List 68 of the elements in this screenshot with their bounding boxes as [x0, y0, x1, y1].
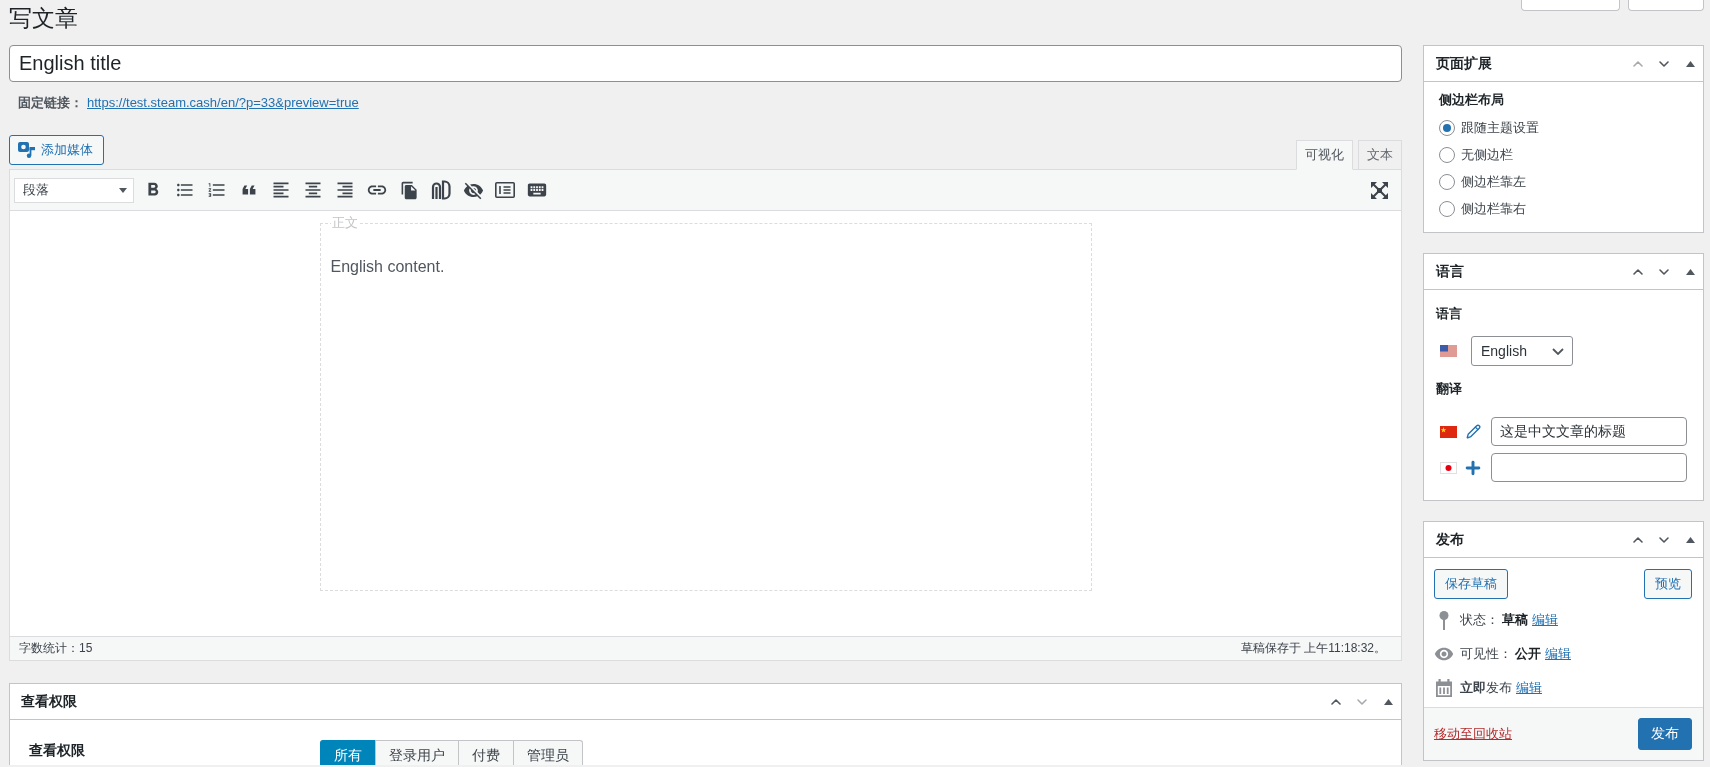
frame-legend: 正文: [330, 214, 359, 232]
access-option-tab[interactable]: 管理员: [513, 740, 583, 765]
publish-value: 草稿: [1502, 611, 1528, 629]
publish-label: 立即发布: [1460, 679, 1512, 697]
panel-title: 发布: [1436, 530, 1465, 549]
panel-title: 页面扩展: [1436, 54, 1493, 73]
permalink-label: 固定链接：: [18, 94, 83, 112]
ad-icon: [431, 180, 451, 200]
align-left-icon: [271, 180, 291, 200]
align-center-icon: [303, 180, 323, 200]
publish-button[interactable]: 发布: [1638, 718, 1692, 750]
caret-icon: [119, 187, 127, 193]
editor-tab[interactable]: 文本: [1358, 140, 1402, 170]
access-label: 查看权限: [29, 741, 86, 760]
chevron-down-icon: [1552, 347, 1564, 355]
edit-link[interactable]: 编辑: [1532, 611, 1558, 629]
radio-button[interactable]: [1439, 173, 1455, 190]
format-select[interactable]: 段落: [14, 177, 134, 203]
field-label: 翻译: [1436, 380, 1463, 398]
edit-link[interactable]: 编辑: [1516, 679, 1542, 697]
draft-saved-status: 草稿保存于 上午11:18:32。: [1240, 640, 1386, 657]
access-option-tab[interactable]: 登录用户: [375, 740, 459, 765]
triangle-up-icon: [1685, 536, 1695, 543]
radio-label: 跟随主题设置: [1461, 118, 1539, 137]
japan-flag-icon: [1440, 461, 1457, 474]
radio-button[interactable]: [1439, 119, 1455, 136]
publish-label: 可见性：: [1460, 645, 1512, 663]
media-icon: [18, 142, 35, 158]
triangle-up-icon: [1685, 60, 1695, 67]
permalink-link[interactable]: https://test.steam.cash/en/?p=33&preview=true: [87, 93, 359, 113]
translation-input[interactable]: 这是中文文章的标题: [1491, 417, 1687, 446]
field-label: 语言: [1436, 305, 1463, 323]
save-draft-button[interactable]: 保存草稿: [1434, 569, 1508, 599]
content-text[interactable]: English content.: [330, 258, 1081, 276]
pencil-icon[interactable]: [1465, 424, 1481, 439]
language-select[interactable]: English: [1471, 336, 1573, 366]
panel-title: 语言: [1436, 262, 1465, 281]
edit-link[interactable]: 编辑: [1545, 645, 1571, 663]
form-icon: [495, 182, 515, 198]
pages-icon: [399, 180, 419, 200]
us-flag-icon: [1440, 345, 1457, 357]
preview-button[interactable]: 预览: [1644, 569, 1692, 599]
add-media-button[interactable]: 添加媒体: [9, 135, 104, 165]
publish-label: 状态：: [1460, 611, 1499, 629]
trash-link[interactable]: 移动至回收站: [1434, 725, 1512, 743]
access-option-tab[interactable]: 付费: [458, 740, 514, 765]
radio-label: 侧边栏靠右: [1461, 199, 1526, 218]
numbered-list-icon: [207, 180, 227, 200]
group-label: 侧边栏布局: [1439, 91, 1505, 109]
align-right-icon: [335, 180, 355, 200]
china-flag-icon: [1440, 425, 1457, 438]
triangle-up-icon: [1383, 698, 1393, 705]
radio-label: 无侧边栏: [1461, 145, 1513, 164]
panel-title: 查看权限: [21, 692, 78, 711]
fullscreen-icon: [1370, 181, 1388, 199]
triangle-up-icon: [1685, 268, 1695, 275]
translation-input[interactable]: [1491, 453, 1687, 482]
editor-tab[interactable]: 可视化: [1296, 140, 1353, 170]
page-title: 写文章: [9, 4, 78, 33]
radio-button[interactable]: [1439, 146, 1455, 163]
word-count: 字数统计：15: [19, 640, 93, 657]
title-input[interactable]: English title: [9, 45, 1402, 82]
publish-value: 公开: [1515, 645, 1541, 663]
radio-button[interactable]: [1439, 200, 1455, 217]
access-option-tab[interactable]: 所有: [320, 740, 376, 765]
radio-label: 侧边栏靠左: [1461, 172, 1526, 191]
calendar-icon: [1436, 679, 1452, 697]
pin-icon: [1439, 610, 1449, 630]
